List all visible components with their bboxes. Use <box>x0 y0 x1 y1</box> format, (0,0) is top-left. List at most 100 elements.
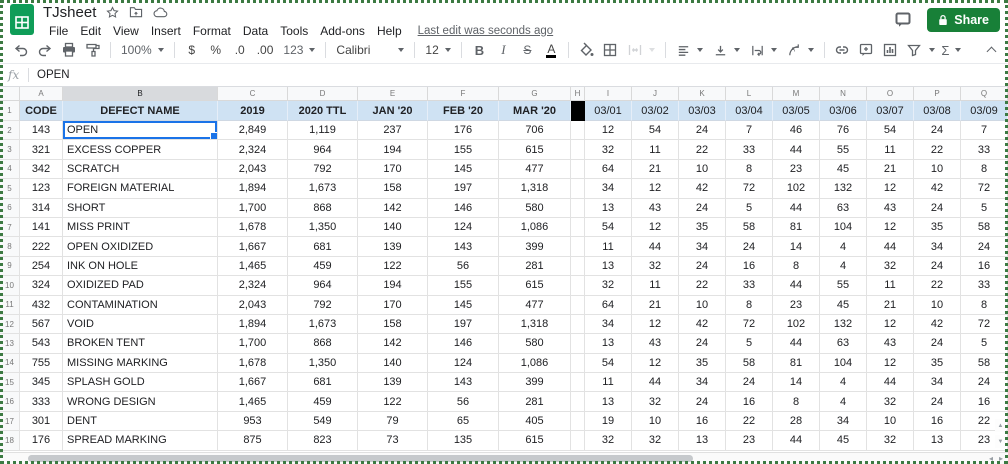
column-header-G[interactable]: G <box>499 87 571 101</box>
row-header-2[interactable]: 2 <box>0 121 20 141</box>
column-header-A[interactable]: A <box>20 87 63 101</box>
cell[interactable]: 2,324 <box>218 276 288 296</box>
cell[interactable]: 792 <box>288 295 358 315</box>
cell[interactable]: 42 <box>914 179 961 199</box>
row-header-14[interactable]: 14 <box>0 353 20 374</box>
cell[interactable]: 1,700 <box>218 334 288 354</box>
cell[interactable]: 56 <box>428 392 499 412</box>
font-select[interactable]: Calibri <box>332 39 408 61</box>
column-header-Q[interactable]: Q <box>961 87 1008 101</box>
cell[interactable]: 32 <box>867 431 914 451</box>
cell[interactable]: 46 <box>773 121 820 141</box>
cell[interactable]: 54 <box>867 121 914 141</box>
row-header-18[interactable]: 18 <box>0 431 20 451</box>
cell[interactable]: 34 <box>914 373 961 393</box>
cell[interactable]: 34 <box>914 237 961 257</box>
cell[interactable]: 868 <box>288 198 358 218</box>
column-header-E[interactable]: E <box>358 87 428 101</box>
cell[interactable]: 324 <box>20 276 63 296</box>
cell[interactable]: 33 <box>726 140 773 160</box>
menu-format[interactable]: Format <box>187 24 237 38</box>
menu-insert[interactable]: Insert <box>145 24 187 38</box>
cell[interactable]: 1,678 <box>218 217 288 238</box>
cell[interactable]: 5 <box>961 334 1008 354</box>
cell[interactable]: 22 <box>679 276 726 296</box>
cell[interactable] <box>571 198 585 218</box>
cell[interactable]: 16 <box>961 392 1008 412</box>
cell[interactable]: 24 <box>914 392 961 412</box>
cell[interactable]: 4 <box>820 256 867 277</box>
cell[interactable]: 104 <box>820 217 867 238</box>
cell[interactable]: 146 <box>428 198 499 218</box>
cell[interactable]: 42 <box>679 179 726 199</box>
cell[interactable]: 158 <box>358 179 428 199</box>
zoom-select[interactable]: 100% <box>117 39 168 61</box>
cell[interactable]: 143 <box>20 121 63 141</box>
cell[interactable]: 342 <box>20 159 63 180</box>
cell[interactable]: 14 <box>773 373 820 393</box>
cell[interactable]: 63 <box>820 198 867 218</box>
cell[interactable]: 321 <box>20 140 63 160</box>
row-header-16[interactable]: 16 <box>0 392 20 412</box>
scroll-right-button[interactable]: ▸ <box>999 454 1003 463</box>
row-header-9[interactable]: 9 <box>0 256 20 277</box>
column-header-F[interactable]: F <box>428 87 499 101</box>
cell[interactable]: 145 <box>428 295 499 315</box>
cell[interactable]: 141 <box>20 217 63 238</box>
cell[interactable]: 543 <box>20 334 63 354</box>
undo-button[interactable] <box>10 39 32 61</box>
cell[interactable] <box>571 179 585 199</box>
cell[interactable]: 16 <box>679 411 726 432</box>
cell[interactable]: 170 <box>358 159 428 180</box>
cell[interactable]: 28 <box>773 411 820 432</box>
row-header-6[interactable]: 6 <box>0 198 20 218</box>
menu-tools[interactable]: Tools <box>274 24 314 38</box>
cell[interactable]: 24 <box>679 121 726 141</box>
cell[interactable]: 132 <box>820 179 867 199</box>
cell[interactable]: 12 <box>632 217 679 238</box>
cell[interactable] <box>571 431 585 451</box>
move-to-folder-icon[interactable] <box>129 6 143 18</box>
cell[interactable]: 16 <box>914 411 961 432</box>
header-cell[interactable]: 03/09 <box>961 101 1008 121</box>
cell[interactable]: 32 <box>632 431 679 451</box>
cell[interactable]: 104 <box>820 353 867 374</box>
document-status-cloud-icon[interactable] <box>153 7 168 18</box>
cell[interactable] <box>571 140 585 160</box>
cell[interactable]: 155 <box>428 140 499 160</box>
cell[interactable]: 281 <box>499 256 571 277</box>
cell[interactable]: 1,667 <box>218 237 288 257</box>
cell[interactable] <box>571 256 585 277</box>
selected-cell[interactable]: OPEN <box>63 121 218 141</box>
header-cell[interactable]: 03/02 <box>632 101 679 121</box>
cell[interactable]: 12 <box>585 121 632 141</box>
cell[interactable] <box>571 353 585 374</box>
cell[interactable]: 102 <box>773 179 820 199</box>
filter-button[interactable] <box>903 39 925 61</box>
cell[interactable] <box>571 237 585 257</box>
cell[interactable]: 13 <box>585 256 632 277</box>
cell[interactable]: OPEN OXIDIZED <box>63 237 218 257</box>
column-header-D[interactable]: D <box>288 87 358 101</box>
cell[interactable]: 146 <box>428 334 499 354</box>
column-header-O[interactable]: O <box>867 87 914 101</box>
cell[interactable]: 32 <box>867 256 914 277</box>
cell[interactable]: 11 <box>585 237 632 257</box>
cell[interactable]: EXCESS COPPER <box>63 140 218 160</box>
cell[interactable]: 44 <box>867 373 914 393</box>
cell[interactable]: MISS PRINT <box>63 217 218 238</box>
cell[interactable]: 1,465 <box>218 392 288 412</box>
cell[interactable]: 72 <box>726 179 773 199</box>
cell[interactable]: 24 <box>726 373 773 393</box>
formula-bar-value[interactable]: OPEN <box>37 69 70 81</box>
scroll-left-button[interactable]: ◂ <box>989 454 993 463</box>
cell[interactable]: 58 <box>961 217 1008 238</box>
cell[interactable]: 1,318 <box>499 179 571 199</box>
menu-help[interactable]: Help <box>371 24 408 38</box>
cell[interactable]: 19 <box>585 411 632 432</box>
cell[interactable]: 44 <box>632 373 679 393</box>
cell[interactable]: 155 <box>428 276 499 296</box>
cell[interactable]: 301 <box>20 411 63 432</box>
cell[interactable]: 32 <box>867 392 914 412</box>
cell[interactable]: 16 <box>961 256 1008 277</box>
